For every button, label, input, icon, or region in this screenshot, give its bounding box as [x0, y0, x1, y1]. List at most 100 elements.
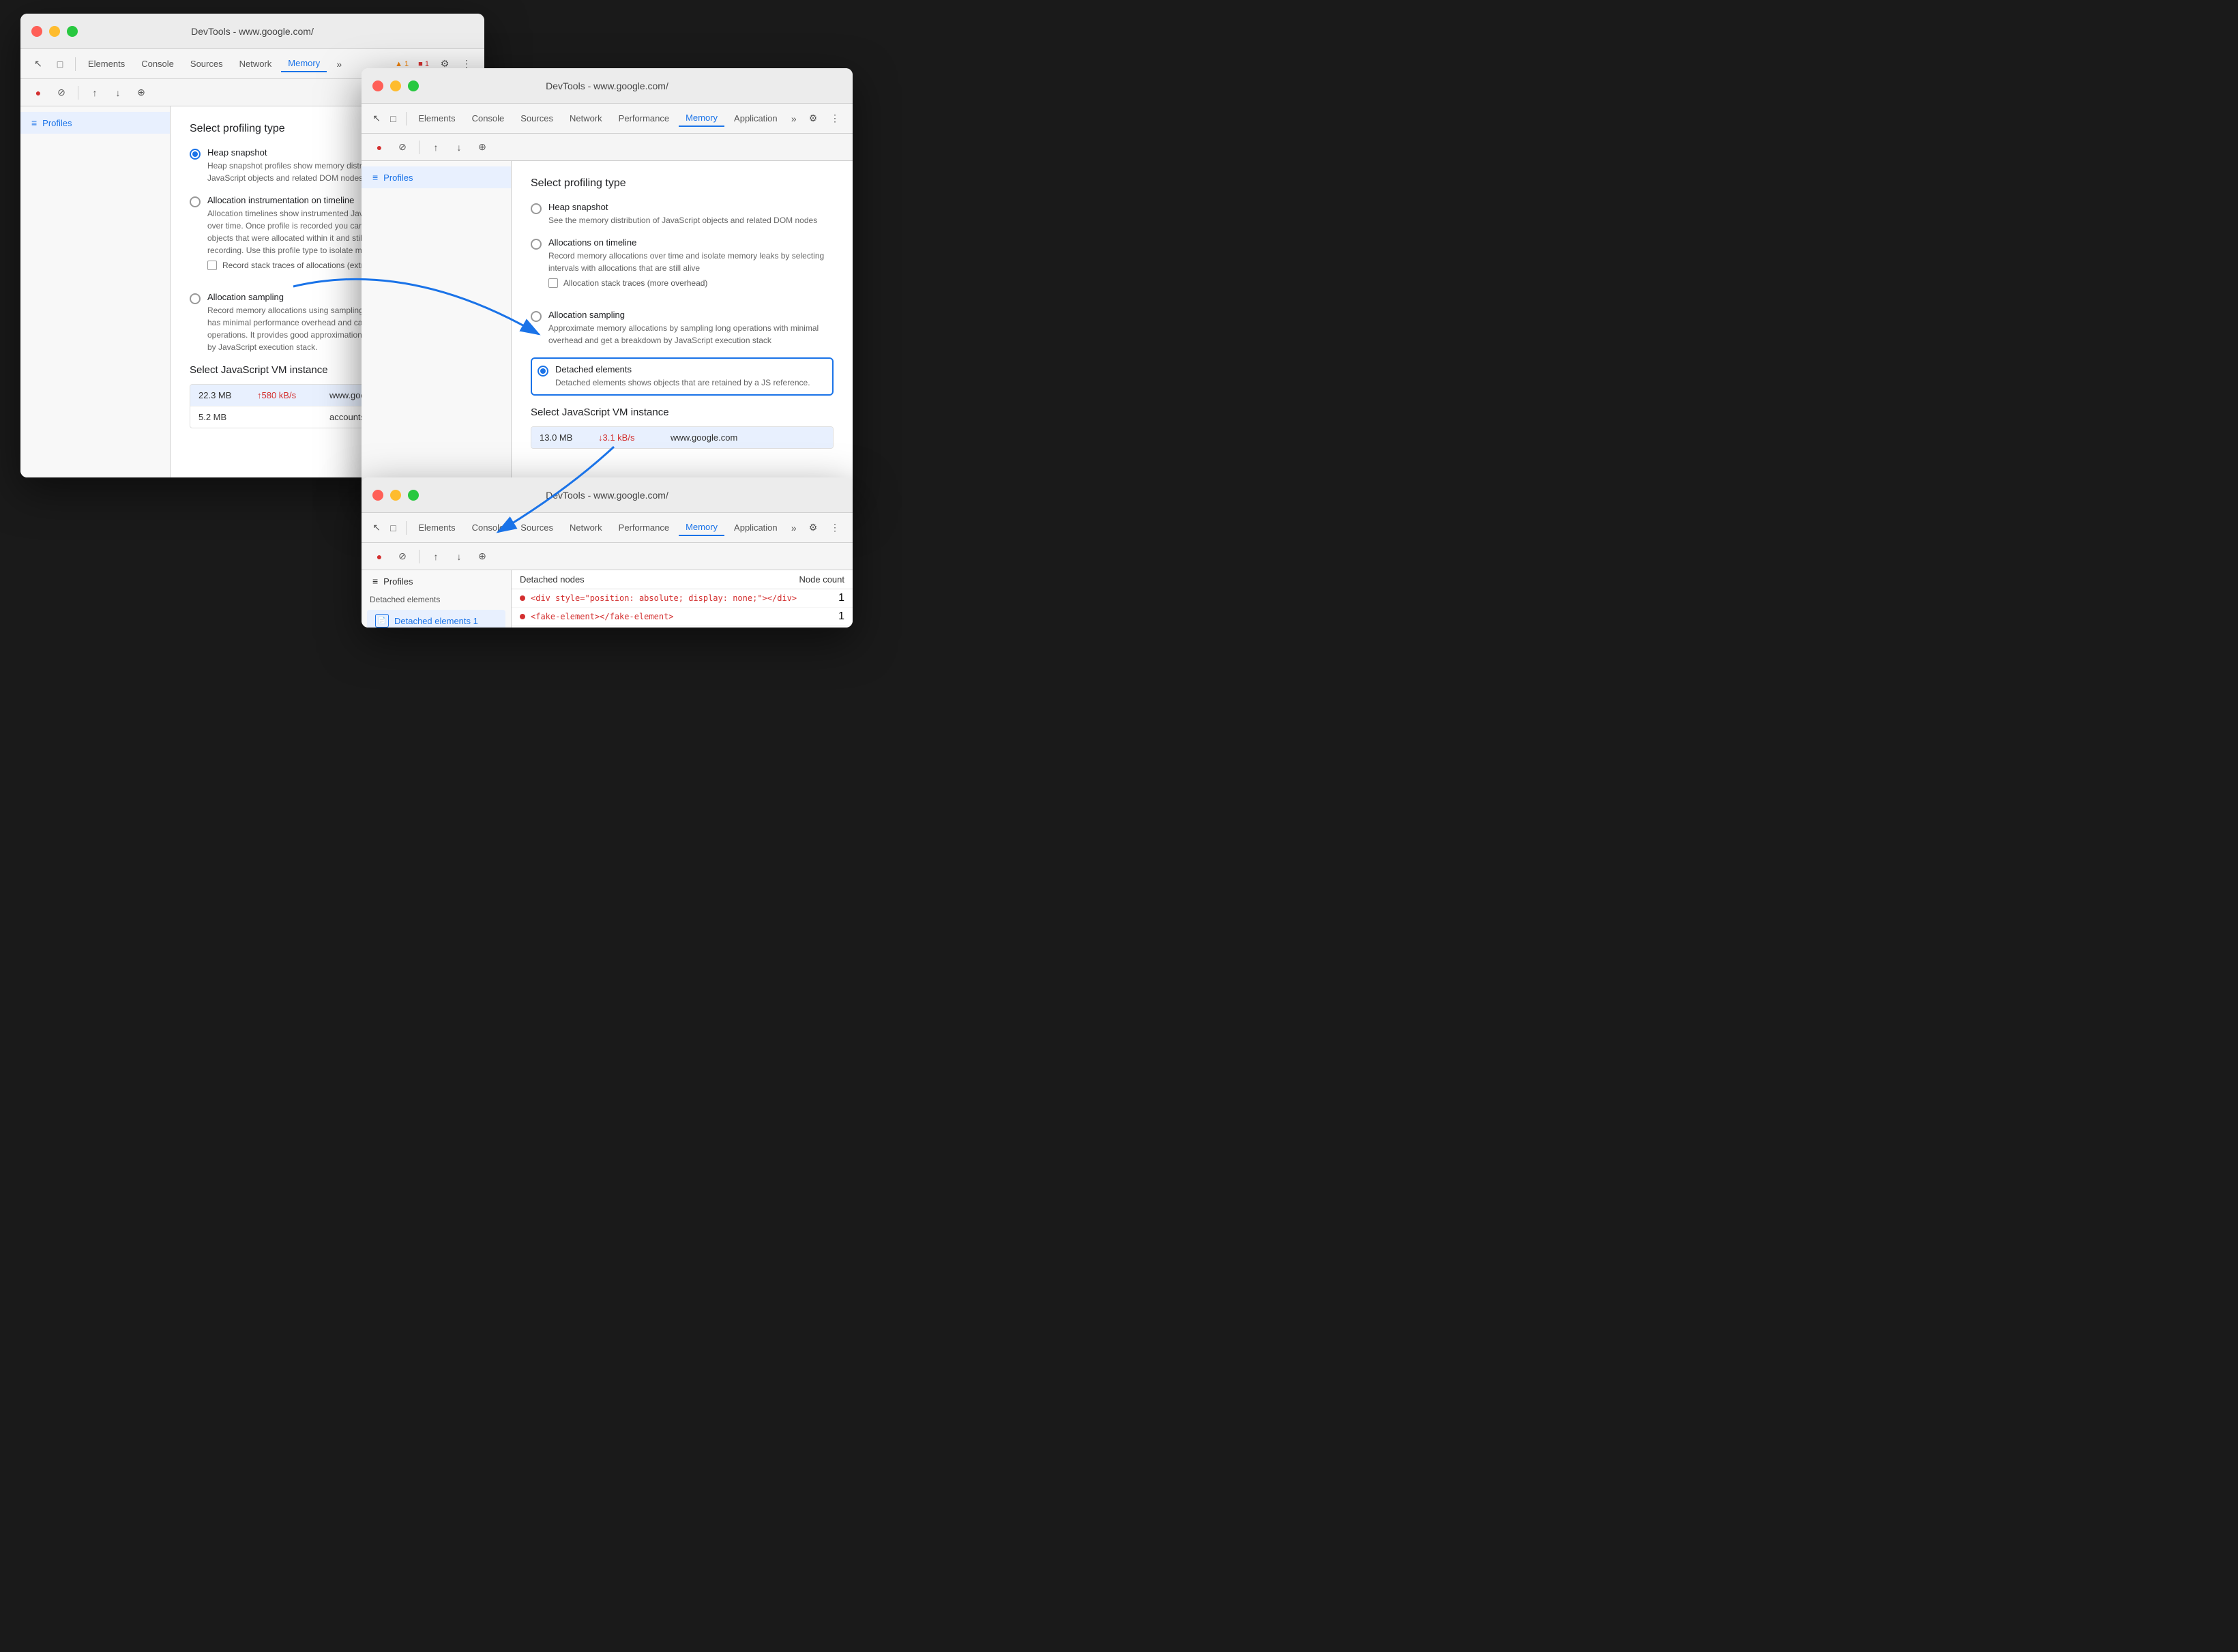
upload-icon-1[interactable]: ↑	[85, 83, 104, 102]
tab-memory-2[interactable]: Memory	[679, 110, 724, 127]
radio-detached-desc-2: Detached elements shows objects that are…	[555, 377, 810, 389]
checkbox-stack-traces-1[interactable]	[207, 261, 217, 270]
radio-heap-2[interactable]: Heap snapshot See the memory distributio…	[531, 202, 834, 226]
cursor-icon-3[interactable]: ↖	[370, 518, 383, 537]
radio-alloc-sample-input-2[interactable]	[531, 311, 542, 322]
detached-elements-profile-item[interactable]: 📄 Detached elements 1	[367, 610, 505, 628]
record-icon-1[interactable]: ●	[29, 83, 48, 102]
profile-item-icon-3: 📄	[375, 614, 389, 628]
vm-name-0-2: www.google.com	[671, 432, 737, 443]
radio-detached-2[interactable]: Detached elements Detached elements show…	[533, 360, 831, 393]
main-toolbar-3: ↖ □ Elements Console Sources Network Per…	[362, 513, 853, 543]
detached-code-1: <fake-element></fake-element>	[531, 612, 674, 621]
node-count-1: 1	[838, 610, 844, 623]
tab-elements-1[interactable]: Elements	[81, 56, 132, 72]
tab-memory-3[interactable]: Memory	[679, 519, 724, 536]
settings-icon-3[interactable]: ⚙	[804, 518, 823, 537]
tab-application-3[interactable]: Application	[727, 520, 784, 535]
inspect-icon[interactable]: □	[50, 55, 70, 74]
tab-elements-2[interactable]: Elements	[411, 110, 462, 126]
more-icon-2[interactable]: ⋮	[825, 109, 844, 128]
close-button-3[interactable]	[372, 490, 383, 501]
stop-icon-2[interactable]: ⊘	[393, 138, 412, 157]
tab-network-1[interactable]: Network	[233, 56, 279, 72]
stop-icon-3[interactable]: ⊘	[393, 547, 412, 566]
radio-alloc-sample-input-1[interactable]	[190, 293, 201, 304]
vm-rate-0-2: ↓3.1 kB/s	[598, 432, 660, 443]
detached-row-0: <div style="position: absolute; display:…	[512, 589, 853, 608]
maximize-button-2[interactable]	[408, 80, 419, 91]
minimize-button-2[interactable]	[390, 80, 401, 91]
node-count-0: 1	[838, 592, 844, 604]
inspect-icon-3[interactable]: □	[386, 518, 400, 537]
more-icon-3[interactable]: ⋮	[825, 518, 844, 537]
tab-console-1[interactable]: Console	[134, 56, 181, 72]
tab-application-2[interactable]: Application	[727, 110, 784, 126]
tab-sources-2[interactable]: Sources	[514, 110, 560, 126]
vm-section-title-2: Select JavaScript VM instance	[531, 407, 834, 418]
radio-alloc-sample-2[interactable]: Allocation sampling Approximate memory a…	[531, 310, 834, 346]
radio-alloc-timeline-2[interactable]: Allocations on timeline Record memory al…	[531, 237, 834, 299]
toolbar2-2: ● ⊘ ↑ ↓ ⊕	[362, 134, 853, 161]
clear-icon-3[interactable]: ⊕	[473, 547, 492, 566]
dot-red-0	[520, 595, 525, 601]
divider-1	[75, 57, 76, 71]
sidebar-item-profiles-2[interactable]: ≡ Profiles	[362, 166, 511, 188]
vm-rate-0-1: ↑580 kB/s	[257, 390, 319, 400]
expand-icon-2[interactable]: »	[787, 109, 801, 128]
upload-icon-2[interactable]: ↑	[426, 138, 445, 157]
close-button-1[interactable]	[31, 26, 42, 37]
tab-network-3[interactable]: Network	[563, 520, 609, 535]
vm-size-0-2: 13.0 MB	[540, 432, 587, 443]
profiles-icon-2: ≡	[372, 172, 378, 183]
record-icon-3[interactable]: ●	[370, 547, 389, 566]
tab-memory-1[interactable]: Memory	[281, 55, 327, 72]
sidebar-item-profiles-1[interactable]: ≡ Profiles	[20, 112, 170, 134]
minimize-button-1[interactable]	[49, 26, 60, 37]
stop-icon-1[interactable]: ⊘	[52, 83, 71, 102]
checkbox-stack-traces-2[interactable]	[548, 278, 558, 288]
cursor-icon[interactable]: ↖	[29, 55, 48, 74]
settings-icon-2[interactable]: ⚙	[804, 109, 823, 128]
tab-sources-1[interactable]: Sources	[183, 56, 230, 72]
upload-icon-3[interactable]: ↑	[426, 547, 445, 566]
minimize-button-3[interactable]	[390, 490, 401, 501]
clear-icon-1[interactable]: ⊕	[132, 83, 151, 102]
inspect-icon-2[interactable]: □	[386, 109, 400, 128]
radio-alloc-instr-input-1[interactable]	[190, 196, 201, 207]
radio-alloc-sample-desc-2: Approximate memory allocations by sampli…	[548, 322, 834, 346]
tab-network-2[interactable]: Network	[563, 110, 609, 126]
expand-icon-1[interactable]: »	[329, 55, 349, 74]
sidebar-item-profiles-3[interactable]: ≡ Profiles	[362, 570, 511, 592]
divider-3	[406, 521, 407, 535]
maximize-button-1[interactable]	[67, 26, 78, 37]
download-icon-2[interactable]: ↓	[450, 138, 469, 157]
radio-detached-input-2[interactable]	[538, 366, 548, 377]
expand-icon-3[interactable]: »	[787, 518, 801, 537]
checkbox-row-2: Allocation stack traces (more overhead)	[548, 278, 834, 288]
maximize-button-3[interactable]	[408, 490, 419, 501]
title-bar-3: DevTools - www.google.com/	[362, 477, 853, 513]
radio-heap-input-1[interactable]	[190, 149, 201, 160]
main-layout-2: ≡ Profiles Select profiling type Heap sn…	[362, 161, 853, 498]
tab-performance-3[interactable]: Performance	[612, 520, 676, 535]
tab-performance-2[interactable]: Performance	[612, 110, 676, 126]
window-3: DevTools - www.google.com/ ↖ □ Elements …	[362, 477, 853, 628]
radio-alloc-timeline-desc-2: Record memory allocations over time and …	[548, 250, 834, 274]
download-icon-3[interactable]: ↓	[450, 547, 469, 566]
tab-console-3[interactable]: Console	[465, 520, 512, 535]
vm-row-0-2[interactable]: 13.0 MB ↓3.1 kB/s www.google.com	[531, 427, 833, 448]
title-bar-2: DevTools - www.google.com/	[362, 68, 853, 104]
radio-alloc-timeline-input-2[interactable]	[531, 239, 542, 250]
detached-header-3: Detached nodes Node count	[512, 570, 853, 589]
cursor-icon-2[interactable]: ↖	[370, 109, 383, 128]
tab-sources-3[interactable]: Sources	[514, 520, 560, 535]
tab-elements-3[interactable]: Elements	[411, 520, 462, 535]
close-button-2[interactable]	[372, 80, 383, 91]
download-icon-1[interactable]: ↓	[108, 83, 128, 102]
detached-nodes-label: Detached nodes	[520, 574, 585, 585]
tab-console-2[interactable]: Console	[465, 110, 512, 126]
record-icon-2[interactable]: ●	[370, 138, 389, 157]
clear-icon-2[interactable]: ⊕	[473, 138, 492, 157]
radio-heap-input-2[interactable]	[531, 203, 542, 214]
